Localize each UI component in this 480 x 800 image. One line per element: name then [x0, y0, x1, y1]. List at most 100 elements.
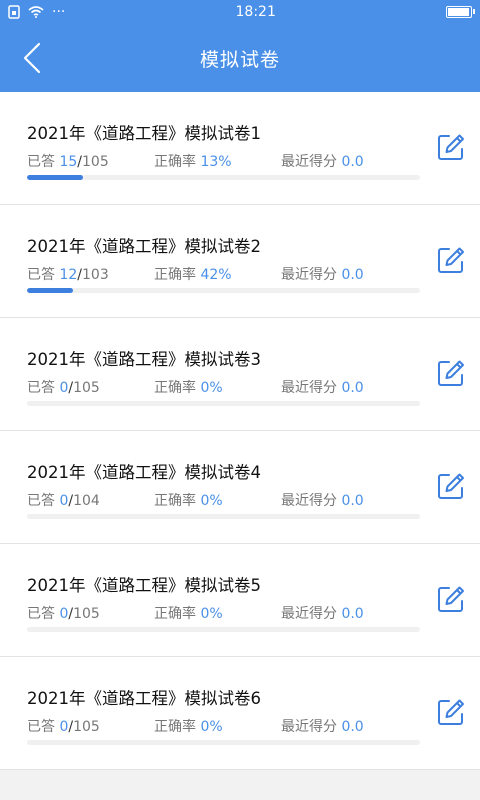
accuracy-label: 正确率 — [154, 493, 196, 509]
battery-icon — [446, 6, 475, 18]
paper-card[interactable]: 2021年《道路工程》模拟试卷1 已答 15/105 正确率 13% 最近得分 … — [0, 92, 480, 205]
recent-score-label: 最近得分 — [281, 493, 337, 509]
edit-icon[interactable] — [436, 245, 466, 275]
answered-label: 已答 — [27, 154, 55, 170]
accuracy-value: 13% — [200, 154, 232, 170]
recent-score-label: 最近得分 — [281, 606, 337, 622]
recent-score-value: 0.0 — [341, 493, 364, 509]
answered-stat: 已答 0/105 — [27, 377, 154, 397]
recent-score-value: 0.0 — [341, 606, 364, 622]
accuracy-stat: 正确率 0% — [154, 716, 281, 736]
back-arrow-icon — [23, 42, 41, 74]
nav-bar: 模拟试卷 — [0, 24, 480, 92]
progress-track — [27, 401, 420, 406]
edit-icon[interactable] — [436, 471, 466, 501]
progress-track — [27, 514, 420, 519]
sim-icon — [8, 5, 20, 19]
recent-score-stat: 最近得分 0.0 — [281, 264, 364, 284]
recent-score-value: 0.0 — [341, 719, 364, 735]
recent-score-stat: 最近得分 0.0 — [281, 490, 364, 510]
accuracy-value: 42% — [200, 267, 232, 283]
total-count: 105 — [73, 719, 100, 735]
accuracy-stat: 正确率 0% — [154, 603, 281, 623]
edit-icon[interactable] — [436, 697, 466, 727]
answered-stat: 已答 15/105 — [27, 151, 154, 171]
recent-score-label: 最近得分 — [281, 380, 337, 396]
wifi-icon — [28, 6, 44, 18]
paper-title: 2021年《道路工程》模拟试卷2 — [27, 237, 261, 256]
paper-stats: 已答 0/104 正确率 0% 最近得分 0.0 — [27, 490, 364, 510]
accuracy-label: 正确率 — [154, 719, 196, 735]
accuracy-stat: 正确率 42% — [154, 264, 281, 284]
page-title: 模拟试卷 — [199, 48, 280, 71]
accuracy-label: 正确率 — [154, 154, 196, 170]
paper-stats: 已答 12/103 正确率 42% 最近得分 0.0 — [27, 264, 364, 284]
paper-stats: 已答 15/105 正确率 13% 最近得分 0.0 — [27, 151, 364, 171]
recent-score-stat: 最近得分 0.0 — [281, 603, 364, 623]
paper-title: 2021年《道路工程》模拟试卷6 — [27, 689, 261, 708]
paper-list: 2021年《道路工程》模拟试卷1 已答 15/105 正确率 13% 最近得分 … — [0, 92, 480, 770]
progress-track — [27, 740, 420, 745]
status-left: ··· — [8, 4, 65, 20]
total-count: 103 — [82, 267, 109, 283]
answered-stat: 已答 0/105 — [27, 603, 154, 623]
answered-label: 已答 — [27, 380, 55, 396]
answered-count: 12 — [59, 267, 78, 283]
accuracy-value: 0% — [200, 493, 223, 509]
answered-label: 已答 — [27, 267, 55, 283]
paper-title: 2021年《道路工程》模拟试卷4 — [27, 463, 261, 482]
paper-stats: 已答 0/105 正确率 0% 最近得分 0.0 — [27, 716, 364, 736]
recent-score-value: 0.0 — [341, 154, 364, 170]
progress-bar — [27, 175, 84, 180]
paper-title: 2021年《道路工程》模拟试卷3 — [27, 350, 261, 369]
recent-score-label: 最近得分 — [281, 719, 337, 735]
edit-icon[interactable] — [436, 584, 466, 614]
recent-score-label: 最近得分 — [281, 154, 337, 170]
paper-card[interactable]: 2021年《道路工程》模拟试卷2 已答 12/103 正确率 42% 最近得分 … — [0, 205, 480, 318]
answered-label: 已答 — [27, 606, 55, 622]
back-button[interactable] — [12, 38, 52, 78]
accuracy-stat: 正确率 13% — [154, 151, 281, 171]
edit-icon[interactable] — [436, 358, 466, 388]
paper-stats: 已答 0/105 正确率 0% 最近得分 0.0 — [27, 603, 364, 623]
total-count: 105 — [82, 154, 109, 170]
paper-card[interactable]: 2021年《道路工程》模拟试卷3 已答 0/105 正确率 0% 最近得分 0.… — [0, 318, 480, 431]
recent-score-stat: 最近得分 0.0 — [281, 377, 364, 397]
accuracy-label: 正确率 — [154, 606, 196, 622]
edit-icon[interactable] — [436, 132, 466, 162]
paper-card[interactable]: 2021年《道路工程》模拟试卷5 已答 0/105 正确率 0% 最近得分 0.… — [0, 544, 480, 657]
answered-stat: 已答 12/103 — [27, 264, 154, 284]
accuracy-stat: 正确率 0% — [154, 490, 281, 510]
accuracy-value: 0% — [200, 719, 223, 735]
paper-stats: 已答 0/105 正确率 0% 最近得分 0.0 — [27, 377, 364, 397]
recent-score-stat: 最近得分 0.0 — [281, 716, 364, 736]
accuracy-stat: 正确率 0% — [154, 377, 281, 397]
accuracy-label: 正确率 — [154, 380, 196, 396]
progress-track — [27, 288, 420, 293]
answered-stat: 已答 0/104 — [27, 490, 154, 510]
paper-card[interactable]: 2021年《道路工程》模拟试卷6 已答 0/105 正确率 0% 最近得分 0.… — [0, 657, 480, 770]
recent-score-label: 最近得分 — [281, 267, 337, 283]
status-bar: ··· 18:21 — [0, 0, 480, 24]
accuracy-value: 0% — [200, 606, 223, 622]
accuracy-value: 0% — [200, 380, 223, 396]
paper-card[interactable]: 2021年《道路工程》模拟试卷4 已答 0/104 正确率 0% 最近得分 0.… — [0, 431, 480, 544]
progress-track — [27, 627, 420, 632]
status-dots: ··· — [52, 4, 66, 20]
paper-title: 2021年《道路工程》模拟试卷1 — [27, 124, 261, 143]
recent-score-stat: 最近得分 0.0 — [281, 151, 364, 171]
total-count: 104 — [73, 493, 100, 509]
answered-label: 已答 — [27, 719, 55, 735]
progress-bar — [27, 288, 73, 293]
total-count: 105 — [73, 380, 100, 396]
answered-stat: 已答 0/105 — [27, 716, 154, 736]
status-time: 18:21 — [235, 4, 276, 20]
recent-score-value: 0.0 — [341, 267, 364, 283]
recent-score-value: 0.0 — [341, 380, 364, 396]
paper-title: 2021年《道路工程》模拟试卷5 — [27, 576, 261, 595]
accuracy-label: 正确率 — [154, 267, 196, 283]
answered-count: 15 — [59, 154, 78, 170]
progress-track — [27, 175, 420, 180]
total-count: 105 — [73, 606, 100, 622]
answered-label: 已答 — [27, 493, 55, 509]
